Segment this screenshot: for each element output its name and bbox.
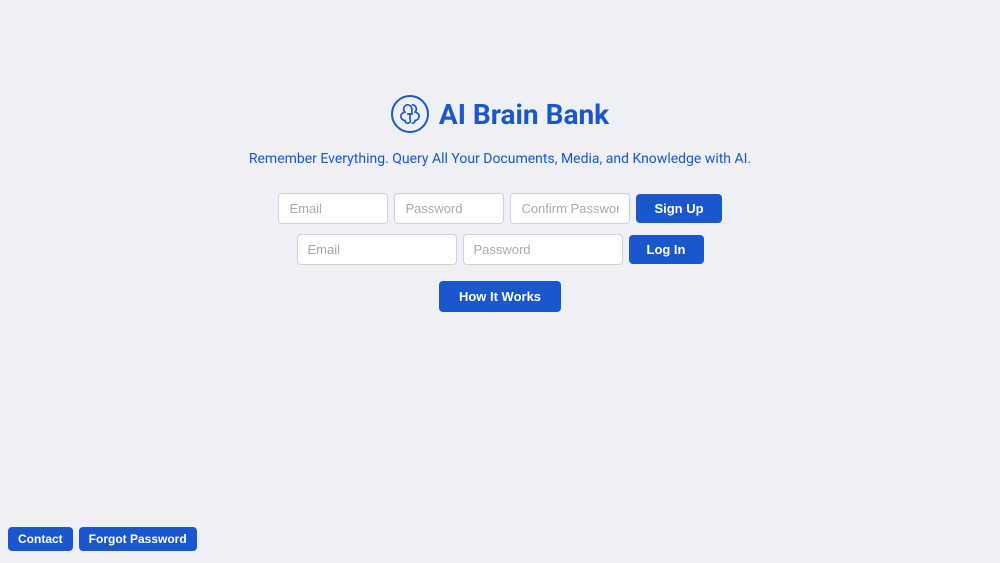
login-email-input[interactable]: [297, 234, 457, 265]
how-it-works-button[interactable]: How It Works: [439, 281, 561, 312]
signup-confirm-input[interactable]: [510, 193, 630, 224]
signup-button[interactable]: Sign Up: [636, 194, 721, 223]
main-container: AI Brain Bank Remember Everything. Query…: [0, 0, 1000, 312]
logo-row: AI Brain Bank: [391, 95, 609, 133]
login-password-input[interactable]: [463, 234, 623, 265]
app-title: AI Brain Bank: [439, 98, 609, 131]
signup-password-input[interactable]: [394, 193, 504, 224]
login-form: Log In: [297, 234, 704, 265]
forgot-password-button[interactable]: Forgot Password: [79, 527, 197, 551]
signup-email-input[interactable]: [278, 193, 388, 224]
contact-button[interactable]: Contact: [8, 527, 73, 551]
tagline: Remember Everything. Query All Your Docu…: [249, 151, 751, 167]
login-button[interactable]: Log In: [629, 235, 704, 264]
brain-icon: [391, 95, 429, 133]
bottom-buttons: Contact Forgot Password: [8, 527, 197, 551]
signup-form: Sign Up: [278, 193, 721, 224]
